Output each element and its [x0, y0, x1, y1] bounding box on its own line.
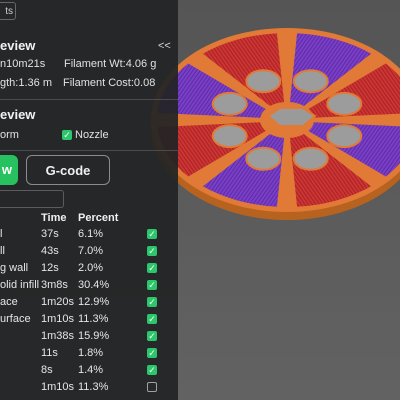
filament-cost: Filament Cost:0.08: [63, 77, 156, 89]
table-row: g wall 12s 2.0% ✓: [0, 260, 178, 277]
table-row: 1m10s 11.3%: [0, 379, 178, 396]
legend-option-form: orm: [0, 129, 19, 141]
preview-side-panel: ts eview << n10m21s Filament Wt:4.06 g g…: [0, 0, 178, 400]
table-row: ace 1m20s 12.9% ✓: [0, 294, 178, 311]
filament-length: gth:1.36 m: [0, 77, 52, 89]
feature-percent: 15.9%: [78, 330, 110, 342]
feature-percent: 2.0%: [78, 262, 104, 274]
part-hole: [292, 146, 329, 171]
table-row: olid infill 3m8s 30.4% ✓: [0, 277, 178, 294]
feature-name: urface: [0, 313, 31, 325]
table-row: urface 1m10s 11.3% ✓: [0, 311, 178, 328]
feature-visibility-checkbox[interactable]: [147, 382, 157, 392]
filament-weight: Filament Wt:4.06 g: [64, 58, 157, 70]
feature-time: 12s: [41, 262, 59, 274]
feature-time: 11s: [41, 347, 58, 359]
feature-visibility-checkbox[interactable]: ✓: [147, 246, 157, 256]
feature-visibility-checkbox[interactable]: ✓: [147, 331, 157, 341]
feature-time: 43s: [41, 245, 59, 257]
feature-time: 3m8s: [41, 279, 68, 291]
feature-percent: 1.8%: [78, 347, 104, 359]
feature-time: 1m38s: [41, 330, 75, 342]
part-hole: [326, 124, 363, 149]
feature-visibility-checkbox[interactable]: ✓: [147, 280, 157, 290]
divider: [0, 150, 178, 151]
feature-name: g wall: [0, 262, 29, 274]
gcode-button[interactable]: G-code: [26, 155, 110, 185]
part-hole: [292, 69, 329, 94]
feature-name: ll: [0, 245, 5, 257]
feature-percent: 6.1%: [78, 228, 104, 240]
feature-visibility-checkbox[interactable]: ✓: [147, 263, 157, 273]
divider: [0, 99, 178, 100]
section-title-legend: eview: [0, 107, 36, 122]
feature-percent: 11.3%: [78, 381, 109, 393]
column-header-percent: Percent: [78, 212, 119, 224]
feature-name: l: [0, 228, 3, 240]
feature-time: 1m10s: [41, 381, 75, 393]
section-title-preview: eview: [0, 38, 36, 53]
collapse-panel-icon[interactable]: <<: [158, 40, 171, 52]
table-row: 8s 1.4% ✓: [0, 362, 178, 379]
top-search-box[interactable]: ts: [0, 2, 16, 20]
table-row: l 37s 6.1% ✓: [0, 226, 178, 243]
print-time: n10m21s: [0, 58, 46, 70]
column-header-time: Time: [41, 212, 67, 224]
part-hole: [211, 124, 248, 149]
feature-visibility-checkbox[interactable]: ✓: [147, 314, 157, 324]
table-row: ll 43s 7.0% ✓: [0, 243, 178, 260]
feature-name: olid infill: [0, 279, 40, 291]
view-type-dropdown[interactable]: [0, 190, 64, 208]
feature-time: 1m10s: [41, 313, 75, 325]
feature-percent: 12.9%: [78, 296, 110, 308]
feature-time: 8s: [41, 364, 53, 376]
legend-option-nozzle: Nozzle: [75, 129, 109, 141]
table-row: 1m38s 15.9% ✓: [0, 328, 178, 345]
feature-percent: 11.3%: [78, 313, 109, 325]
feature-time: 1m20s: [41, 296, 75, 308]
feature-visibility-checkbox[interactable]: ✓: [147, 297, 157, 307]
feature-percent: 7.0%: [78, 245, 104, 257]
feature-visibility-checkbox[interactable]: ✓: [147, 365, 157, 375]
feature-percent: 30.4%: [78, 279, 110, 291]
part-hole: [326, 91, 363, 116]
feature-percent: 1.4%: [78, 364, 104, 376]
nozzle-checkbox[interactable]: ✓: [62, 130, 72, 140]
part-hole: [245, 69, 282, 94]
feature-time: 37s: [41, 228, 59, 240]
feature-name: ace: [0, 296, 18, 308]
preview-button[interactable]: w: [0, 155, 18, 185]
part-hole: [211, 91, 248, 116]
table-row: 11s 1.8% ✓: [0, 345, 178, 362]
feature-visibility-checkbox[interactable]: ✓: [147, 229, 157, 239]
feature-visibility-checkbox[interactable]: ✓: [147, 348, 157, 358]
part-hole: [245, 146, 282, 171]
